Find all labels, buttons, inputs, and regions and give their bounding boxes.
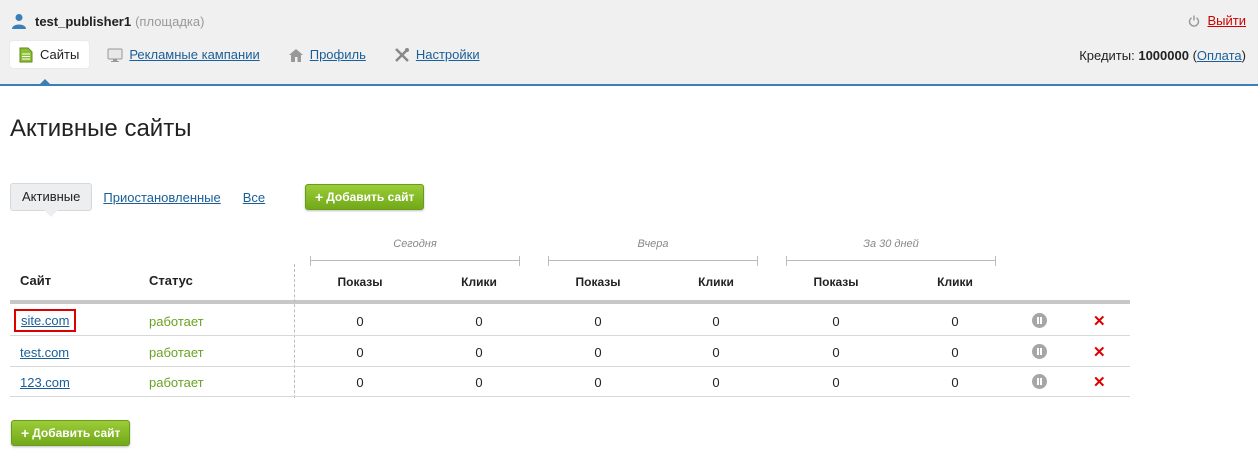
delete-icon[interactable]: ✕ bbox=[1093, 312, 1106, 330]
sub-header-clicks: Клики bbox=[461, 275, 497, 289]
active-nav-pointer bbox=[38, 79, 52, 86]
value-cell: 0 bbox=[594, 314, 602, 329]
sub-header-clicks: Клики bbox=[698, 275, 734, 289]
nav-item-profile[interactable]: Профиль bbox=[280, 41, 376, 68]
user-role: (площадка) bbox=[135, 13, 205, 29]
logout-link[interactable]: Выйти bbox=[1208, 13, 1247, 28]
pause-icon[interactable] bbox=[1032, 313, 1047, 328]
status-cell: работает bbox=[149, 345, 204, 360]
value-cell: 0 bbox=[356, 375, 364, 390]
add-site-label: Добавить сайт bbox=[326, 190, 415, 204]
nav-label-campaigns[interactable]: Рекламные кампании bbox=[129, 47, 259, 62]
value-cell: 0 bbox=[951, 314, 959, 329]
site-link[interactable]: test.com bbox=[20, 345, 69, 360]
value-cell: 0 bbox=[951, 345, 959, 360]
group-brace bbox=[786, 256, 996, 266]
nav-item-sites[interactable]: Сайты bbox=[10, 41, 90, 68]
value-cell: 0 bbox=[475, 375, 483, 390]
header-separator bbox=[10, 300, 1130, 304]
nav-label-sites[interactable]: Сайты bbox=[40, 47, 79, 62]
wrench-icon bbox=[394, 47, 409, 62]
filter-tabs: Активные Приостановленные Все bbox=[10, 183, 287, 217]
plus-icon: + bbox=[315, 189, 324, 205]
document-icon bbox=[19, 47, 33, 62]
delete-icon[interactable]: ✕ bbox=[1093, 343, 1106, 361]
group-30days: За 30 дней bbox=[863, 238, 919, 250]
nav-label-profile[interactable]: Профиль bbox=[310, 47, 366, 62]
value-cell: 0 bbox=[832, 345, 840, 360]
sub-header-impressions: Показы bbox=[813, 275, 859, 289]
power-icon bbox=[1188, 15, 1199, 27]
value-cell: 0 bbox=[832, 314, 840, 329]
value-cell: 0 bbox=[475, 345, 483, 360]
site-cell: 123.com bbox=[20, 375, 70, 390]
nav-item-campaigns[interactable]: Рекламные кампании bbox=[99, 41, 269, 68]
status-cell: работает bbox=[149, 375, 204, 390]
header: test_publisher1 (площадка) Выйти Сайты Р… bbox=[0, 0, 1258, 86]
value-cell: 0 bbox=[951, 375, 959, 390]
value-cell: 0 bbox=[832, 375, 840, 390]
add-site-button-top[interactable]: + Добавить сайт bbox=[305, 184, 425, 210]
nav-label-settings[interactable]: Настройки bbox=[416, 47, 480, 62]
group-brace bbox=[310, 256, 520, 266]
add-site-button-bottom[interactable]: + Добавить сайт bbox=[11, 420, 131, 446]
main-nav: Сайты Рекламные кампании Профиль Настрой… bbox=[10, 41, 500, 68]
group-today: Сегодня bbox=[393, 238, 437, 250]
site-link[interactable]: site.com bbox=[21, 313, 69, 328]
page-title: Активные сайты bbox=[10, 115, 192, 142]
value-cell: 0 bbox=[356, 345, 364, 360]
tab-all[interactable]: Все bbox=[243, 190, 265, 205]
value-cell: 0 bbox=[712, 314, 720, 329]
monitor-icon bbox=[107, 48, 123, 62]
table-row: 123.com работает 0 0 0 0 0 0 ✕ bbox=[10, 367, 1130, 397]
value-cell: 0 bbox=[356, 314, 364, 329]
pay-link[interactable]: Оплата bbox=[1197, 48, 1242, 63]
status-cell: работает bbox=[149, 314, 204, 329]
col-header-status: Статус bbox=[149, 273, 193, 288]
credits-value: 1000000 bbox=[1138, 48, 1189, 63]
site-cell: test.com bbox=[20, 345, 69, 360]
table-row: test.com работает 0 0 0 0 0 0 ✕ bbox=[10, 337, 1130, 367]
add-site-label: Добавить сайт bbox=[32, 426, 121, 440]
sub-header-impressions: Показы bbox=[337, 275, 383, 289]
home-icon bbox=[288, 48, 303, 62]
sub-header-impressions: Показы bbox=[575, 275, 621, 289]
credits: Кредиты: 1000000 (Оплата) bbox=[1079, 48, 1246, 63]
tab-all-link[interactable]: Все bbox=[243, 190, 265, 205]
user-info: test_publisher1 (площадка) bbox=[11, 12, 204, 30]
value-cell: 0 bbox=[712, 345, 720, 360]
tab-paused[interactable]: Приостановленные bbox=[103, 190, 220, 205]
group-brace bbox=[548, 256, 758, 266]
col-header-site: Сайт bbox=[20, 273, 52, 288]
user-icon bbox=[12, 14, 26, 29]
nav-item-settings[interactable]: Настройки bbox=[386, 41, 490, 68]
table-row: site.com работает 0 0 0 0 0 0 ✕ bbox=[10, 306, 1130, 336]
value-cell: 0 bbox=[475, 314, 483, 329]
logout[interactable]: Выйти bbox=[1188, 13, 1247, 28]
pause-icon[interactable] bbox=[1032, 374, 1047, 389]
credits-label: Кредиты: bbox=[1079, 48, 1135, 63]
pause-icon[interactable] bbox=[1032, 344, 1047, 359]
value-cell: 0 bbox=[594, 375, 602, 390]
value-cell: 0 bbox=[594, 345, 602, 360]
site-cell: site.com bbox=[14, 309, 77, 332]
tab-active[interactable]: Активные bbox=[10, 183, 93, 217]
plus-icon: + bbox=[21, 425, 30, 441]
username: test_publisher1 bbox=[35, 13, 132, 29]
delete-icon[interactable]: ✕ bbox=[1093, 373, 1106, 391]
group-yesterday: Вчера bbox=[637, 238, 669, 250]
sub-header-clicks: Клики bbox=[937, 275, 973, 289]
site-link[interactable]: 123.com bbox=[20, 375, 70, 390]
tab-paused-link[interactable]: Приостановленные bbox=[103, 190, 220, 205]
value-cell: 0 bbox=[712, 375, 720, 390]
